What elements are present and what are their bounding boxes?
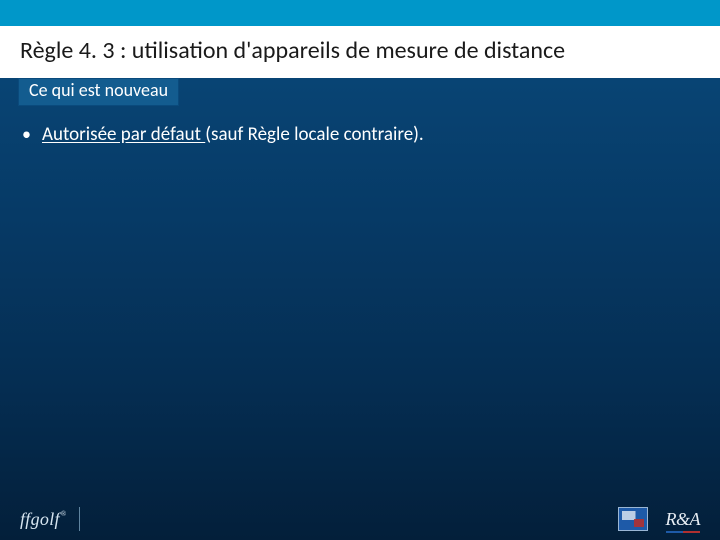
slide-title: Règle 4. 3 : utilisation d'appareils de …	[0, 26, 720, 78]
footer-divider	[79, 507, 80, 531]
bullet-rest: (sauf Règle locale contraire).	[205, 123, 423, 146]
footer-left: ffgolf	[20, 507, 80, 531]
bullet-underlined: Autorisée par défaut	[42, 123, 205, 146]
ffgolf-logo: ffgolf	[20, 509, 65, 530]
bullet-item: Autorisée par défaut (sauf Règle locale …	[20, 122, 690, 148]
subtitle-badge: Ce qui est nouveau	[18, 78, 179, 106]
footer-right: R&A	[618, 507, 701, 531]
top-accent-bar	[0, 0, 720, 26]
ra-logo: R&A	[666, 509, 701, 530]
slide: Règle 4. 3 : utilisation d'appareils de …	[0, 0, 720, 540]
usga-logo-icon	[618, 507, 648, 531]
body-content: Autorisée par défaut (sauf Règle locale …	[20, 122, 690, 148]
footer: ffgolf R&A	[0, 498, 720, 540]
subtitle-text: Ce qui est nouveau	[29, 79, 168, 101]
slide-title-text: Règle 4. 3 : utilisation d'appareils de …	[20, 36, 565, 65]
